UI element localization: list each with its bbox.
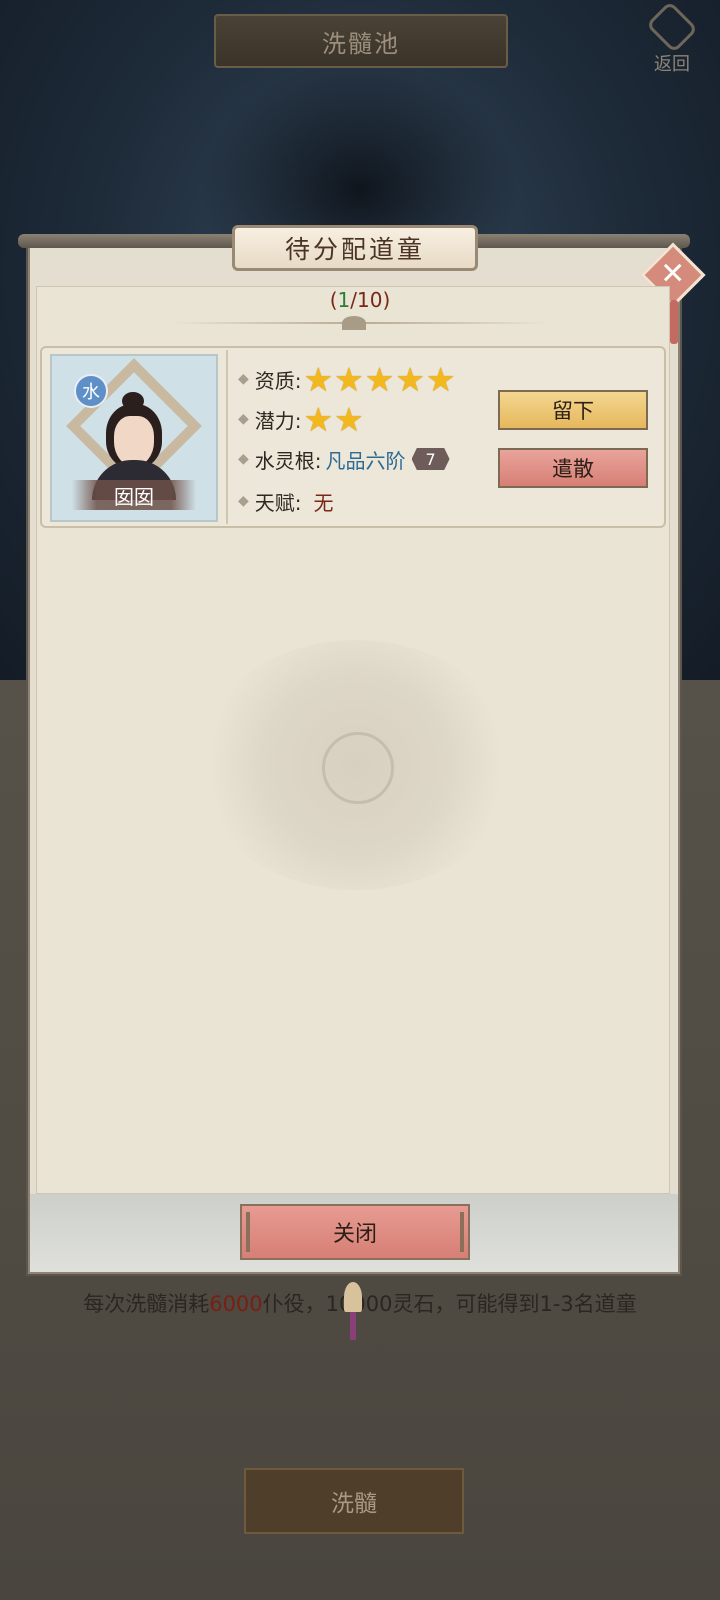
- counter-open: (: [329, 288, 338, 312]
- cost-mid: 仆役，: [262, 1292, 326, 1316]
- spirit-root-row: ◆ 水灵根: 凡品六阶 7: [238, 442, 450, 476]
- grade-badge: 7: [411, 448, 450, 470]
- potential-row: ◆ 潜力: ★ ★: [238, 402, 365, 436]
- back-button[interactable]: 返回: [640, 0, 704, 76]
- aptitude-label: 资质:: [254, 368, 302, 393]
- cost-prefix: 每次洗髓消耗: [83, 1292, 210, 1316]
- dismiss-button[interactable]: 遣散: [498, 448, 648, 488]
- back-label: 返回: [654, 54, 690, 75]
- modal-title: 待分配道童: [232, 225, 478, 271]
- cost-suffix: 灵石，可能得到1-3名道童: [392, 1292, 637, 1316]
- disciple-name: 囡囡: [72, 480, 196, 510]
- counter-current: 1: [337, 288, 351, 312]
- aptitude-row: ◆ 资质: ★ ★ ★ ★ ★: [238, 362, 457, 396]
- star-icon: ★: [303, 359, 334, 399]
- counter-total: 10: [357, 288, 383, 312]
- card-divider: [226, 350, 228, 524]
- face: [114, 416, 154, 466]
- talent-label: 天赋:: [254, 490, 302, 515]
- bell-tassel: [350, 1312, 356, 1340]
- disciple-portrait[interactable]: 水 囡囡: [50, 354, 218, 522]
- bell-ornament: [344, 1282, 362, 1312]
- cost-servants: 6000: [209, 1292, 263, 1316]
- keep-button[interactable]: 留下: [498, 390, 648, 430]
- counter-ornament: [342, 316, 366, 330]
- close-button[interactable]: 关闭: [240, 1204, 470, 1260]
- potential-label: 潜力:: [254, 408, 302, 433]
- star-icon: ★: [303, 399, 334, 439]
- spirit-root-value: 凡品六阶: [325, 448, 406, 473]
- diamond-bullet-icon: ◆: [238, 411, 249, 427]
- talent-row: ◆ 天赋: 无: [238, 484, 334, 518]
- hair-bun: [122, 392, 144, 410]
- aptitude-stars: ★ ★ ★ ★ ★: [304, 363, 457, 396]
- talent-value: 无: [313, 490, 334, 515]
- spirit-root-label: 水灵根:: [254, 448, 322, 473]
- star-icon: ★: [395, 359, 425, 399]
- counter-sep: /: [350, 288, 358, 312]
- star-icon: ★: [364, 359, 395, 399]
- potential-stars: ★ ★: [304, 403, 365, 436]
- water-element-icon: 水: [74, 374, 108, 408]
- taiji-core: [322, 732, 394, 804]
- diamond-bullet-icon: ◆: [238, 451, 249, 467]
- page-title: 洗髓池: [214, 14, 508, 68]
- refine-button[interactable]: 洗髓: [244, 1468, 464, 1534]
- diamond-bullet-icon: ◆: [238, 371, 249, 387]
- star-icon: ★: [425, 359, 456, 399]
- star-icon: ★: [334, 359, 364, 399]
- diamond-bullet-icon: ◆: [238, 493, 249, 509]
- counter-close: ): [382, 288, 391, 312]
- page-counter: (1/10): [0, 288, 720, 312]
- star-icon: ★: [334, 399, 364, 439]
